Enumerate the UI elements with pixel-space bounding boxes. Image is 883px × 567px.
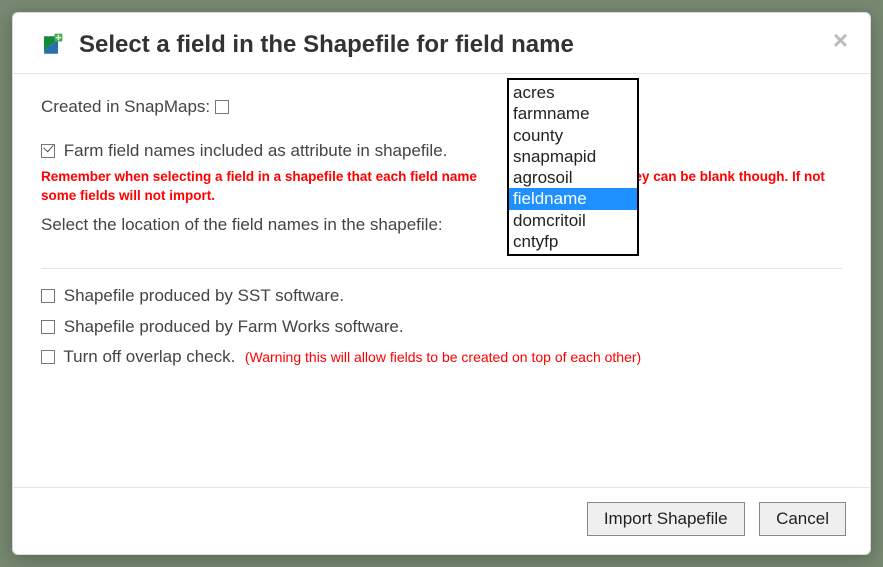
dialog-header: Select a field in the Shapefile for fiel… [13, 13, 870, 73]
cancel-button[interactable]: Cancel [759, 502, 846, 536]
unique-name-warning: Remember when selecting a field in a sha… [41, 167, 842, 206]
overlap-label: Turn off overlap check. [63, 347, 235, 366]
field-option-acres[interactable]: acres [509, 82, 637, 103]
select-location-label: Select the location of the field names i… [41, 215, 443, 234]
overlap-warning: (Warning this will allow fields to be cr… [245, 349, 641, 365]
farm-field-names-row: Farm field names included as attribute i… [41, 138, 842, 164]
field-option-cntyfp[interactable]: cntyfp [509, 231, 637, 252]
field-option-farmname[interactable]: farmname [509, 103, 637, 124]
field-option-county[interactable]: county [509, 125, 637, 146]
dialog-footer: Import Shapefile Cancel [13, 487, 870, 554]
farmworks-label: Shapefile produced by Farm Works softwar… [64, 317, 404, 336]
farm-field-names-label: Farm field names included as attribute i… [64, 141, 448, 160]
app-icon [37, 31, 65, 59]
field-option-snapmapid[interactable]: snapmapid [509, 146, 637, 167]
field-option-agrosoil[interactable]: agrosoil [509, 167, 637, 188]
shapefile-field-dialog: Select a field in the Shapefile for fiel… [12, 12, 871, 555]
overlap-checkbox[interactable] [41, 350, 55, 364]
sst-label: Shapefile produced by SST software. [64, 286, 344, 305]
farmworks-checkbox[interactable] [41, 320, 55, 334]
body-divider [41, 268, 842, 269]
farmworks-row: Shapefile produced by Farm Works softwar… [41, 314, 842, 340]
select-location-row: Select the location of the field names i… [41, 212, 842, 238]
sst-checkbox[interactable] [41, 289, 55, 303]
created-in-snapmaps-checkbox[interactable] [215, 100, 229, 114]
dialog-body: Created in SnapMaps: Farm field names in… [13, 74, 870, 487]
farm-field-names-checkbox[interactable] [41, 144, 55, 158]
created-in-snapmaps-row: Created in SnapMaps: [41, 94, 842, 120]
field-option-domcritoil[interactable]: domcritoil [509, 210, 637, 231]
overlap-row: Turn off overlap check. (Warning this wi… [41, 344, 842, 370]
created-in-snapmaps-label: Created in SnapMaps: [41, 97, 210, 116]
app-backdrop: Select a field in the Shapefile for fiel… [0, 0, 883, 567]
field-name-listbox[interactable]: acresfarmnamecountysnapmapidagrosoilfiel… [507, 78, 639, 256]
import-shapefile-button[interactable]: Import Shapefile [587, 502, 745, 536]
close-icon[interactable]: × [833, 27, 848, 53]
sst-row: Shapefile produced by SST software. [41, 283, 842, 309]
dialog-title: Select a field in the Shapefile for fiel… [79, 31, 574, 59]
unique-name-warning-part1: Remember when selecting a field in a sha… [41, 169, 477, 184]
field-option-fieldname[interactable]: fieldname [509, 188, 637, 209]
